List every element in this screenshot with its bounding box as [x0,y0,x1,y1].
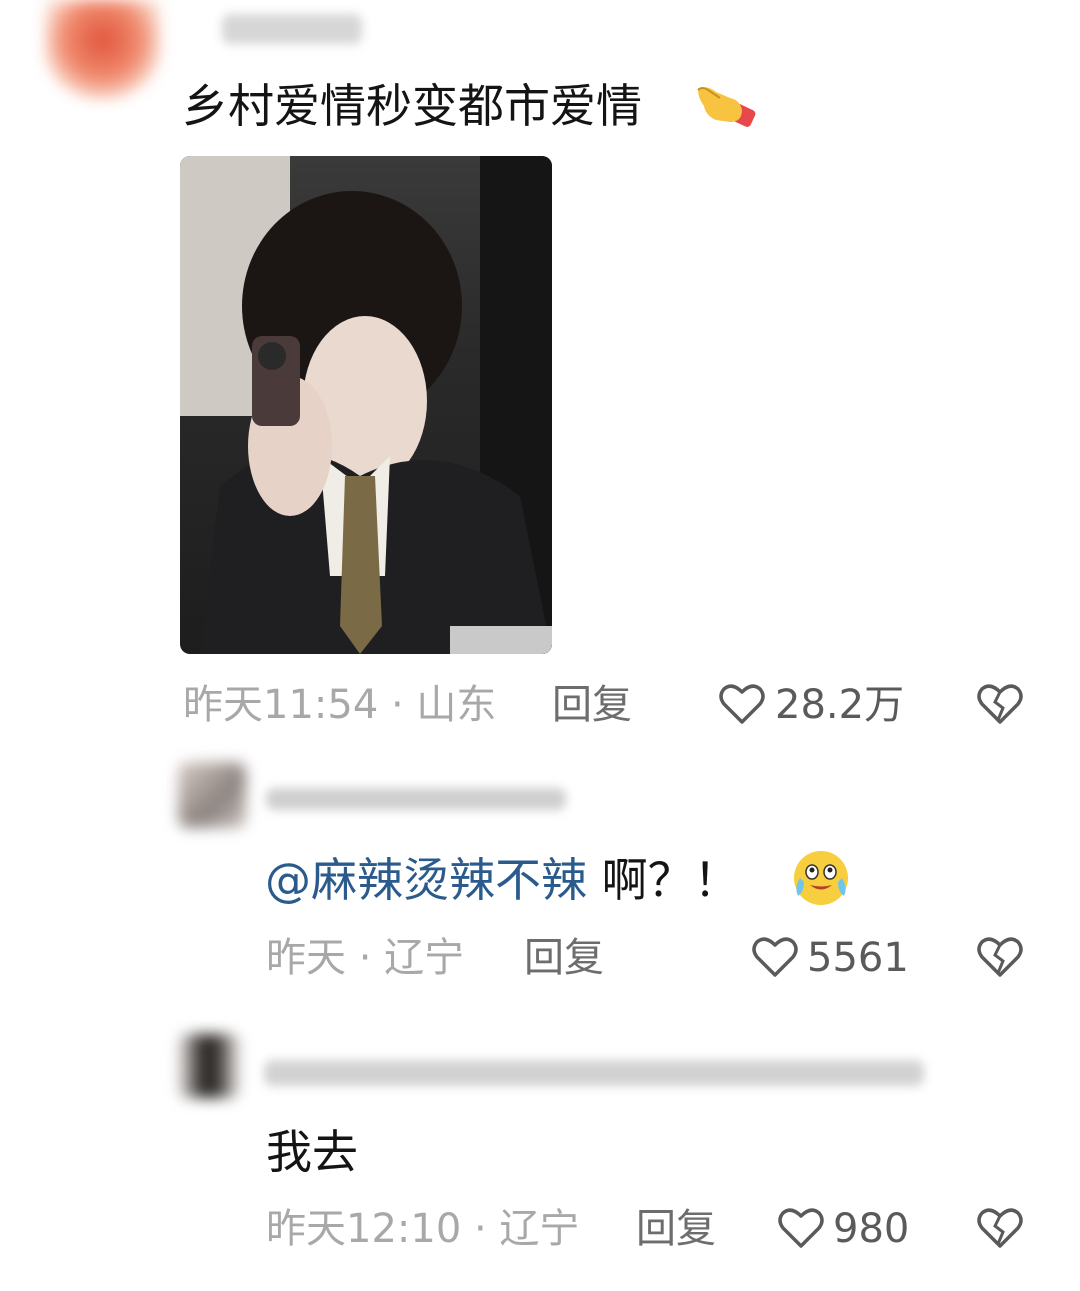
avatar[interactable] [178,1034,240,1098]
like-count: 980 [833,1206,910,1252]
username[interactable] [266,788,566,810]
comment-text: 乡村爱情秒变都市爱情 [182,78,642,134]
comment-meta: 昨天12:10 · 辽宁 [266,1206,580,1252]
avatar[interactable] [45,0,160,100]
comment-text: @麻辣烫辣不辣 啊？！ [265,852,740,908]
broken-heart-icon[interactable] [976,682,1024,726]
avatar[interactable] [178,762,246,828]
comment-body: 啊？！ [587,853,740,907]
comment-photo[interactable] [180,156,552,654]
comment-meta: 昨天11:54 · 山东 [183,682,497,728]
crying-laughing-emoji-icon [790,848,852,908]
pointing-hand-emoji-icon [692,76,758,132]
heart-outline-icon[interactable] [777,1206,825,1250]
like-count: 28.2万 [775,682,905,728]
heart-outline-icon[interactable] [718,682,766,726]
reply-button[interactable]: 回复 [524,934,604,982]
like-count: 5561 [807,935,909,981]
username[interactable] [264,1060,924,1086]
mention-link[interactable]: @麻辣烫辣不辣 [265,853,587,907]
comment-text: 我去 [266,1124,358,1180]
comment-meta: 昨天 · 辽宁 [266,935,465,981]
comment-body: 乡村爱情秒变都市爱情 [182,79,642,133]
broken-heart-icon[interactable] [976,935,1024,979]
broken-heart-icon[interactable] [976,1206,1024,1250]
comment-body: 我去 [266,1125,358,1179]
heart-outline-icon[interactable] [751,935,799,979]
photo-illustration [180,156,552,654]
reply-button[interactable]: 回复 [636,1205,716,1253]
username[interactable] [222,14,362,44]
reply-button[interactable]: 回复 [552,681,632,729]
